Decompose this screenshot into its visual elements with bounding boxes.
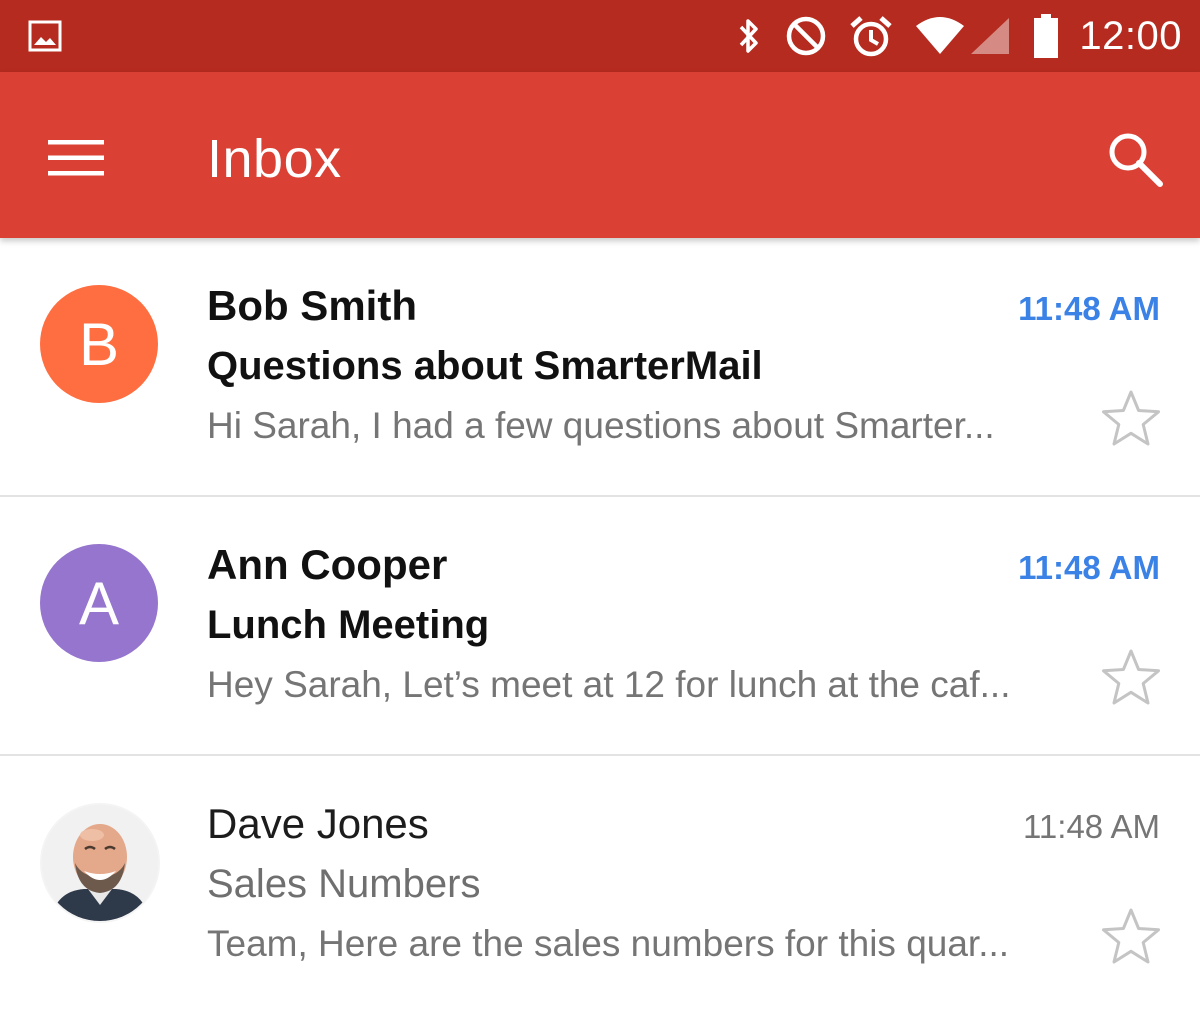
- message-sender: Bob Smith: [207, 282, 417, 329]
- alarm-icon: [849, 15, 893, 57]
- message-row[interactable]: A Ann Cooper Lunch Meeting Hey Sarah, Le…: [0, 497, 1200, 756]
- status-time: 12:00: [1079, 13, 1182, 58]
- status-icons: 12:00: [713, 0, 1182, 72]
- image-icon: [28, 20, 62, 52]
- message-preview: Team, Here are the sales numbers for thi…: [207, 923, 1010, 964]
- message-sender: Dave Jones: [207, 800, 429, 847]
- star-icon[interactable]: [1100, 647, 1162, 709]
- message-preview: Hi Sarah, I had a few questions about Sm…: [207, 405, 995, 446]
- message-sender: Ann Cooper: [207, 541, 448, 588]
- status-bar: 12:00: [0, 0, 1200, 72]
- search-icon[interactable]: [1106, 130, 1164, 188]
- message-subject: Lunch Meeting: [207, 603, 490, 647]
- battery-icon: [1033, 14, 1059, 58]
- message-subject: Sales Numbers: [207, 862, 481, 906]
- do-not-disturb-icon: [785, 15, 827, 57]
- star-icon[interactable]: [1100, 906, 1162, 968]
- menu-icon[interactable]: [48, 138, 104, 178]
- star-icon[interactable]: [1100, 388, 1162, 450]
- message-time: 11:48 AM: [1018, 290, 1160, 327]
- wifi-icon: [915, 16, 965, 56]
- message-row[interactable]: Dave Jones Sales Numbers Team, Here are …: [0, 756, 1200, 1013]
- message-list: B Bob Smith Questions about SmarterMail …: [0, 238, 1200, 1013]
- message-preview: Hey Sarah, Let’s meet at 12 for lunch at…: [207, 664, 1011, 705]
- message-time: 11:48 AM: [1018, 549, 1160, 586]
- message-subject: Questions about SmarterMail: [207, 344, 763, 388]
- avatar: A: [40, 544, 158, 662]
- avatar: B: [40, 285, 158, 403]
- profile-photo: [42, 805, 158, 921]
- app-bar: Inbox: [0, 72, 1200, 238]
- cell-signal-icon: [969, 16, 1011, 56]
- page-title: Inbox: [207, 129, 342, 189]
- bluetooth-icon: [735, 16, 763, 56]
- message-time: 11:48 AM: [1023, 808, 1160, 845]
- message-row[interactable]: B Bob Smith Questions about SmarterMail …: [0, 238, 1200, 497]
- avatar: [40, 803, 160, 923]
